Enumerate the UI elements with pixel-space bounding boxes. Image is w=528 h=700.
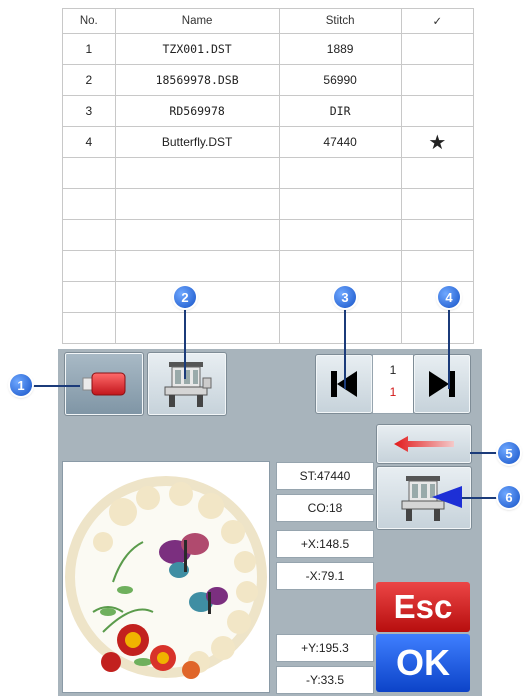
machine-memory-button[interactable] [147,352,227,416]
cell-empty [114,157,280,189]
cell-empty [62,157,116,189]
callout-badge: 3 [334,286,356,308]
cell-empty [400,219,475,251]
cell-stitch: DIR [278,95,402,127]
table-row-empty[interactable] [62,250,475,282]
cell-empty [400,157,475,189]
plus-y-readout: +Y:195.3 [276,634,374,662]
usb-source-button[interactable] [64,352,144,416]
cell-no: 4 [62,126,116,158]
cell-name: RD569978 [114,95,280,127]
embroidery-machine-icon [164,362,212,407]
callout-badge: 6 [498,486,520,508]
cell-empty [114,188,280,220]
col-no-header: No. [62,8,116,34]
callout-leader [462,497,498,499]
cell-empty [278,157,402,189]
cell-empty [114,281,280,313]
table-row[interactable]: 3 RD569978 DIR [62,95,475,127]
cell-no: 2 [62,64,116,96]
cell-name: Butterfly.DST [114,126,280,158]
table-row-empty[interactable] [62,188,475,220]
callout-leader [30,385,80,387]
cell-no: 1 [62,33,116,65]
skip-to-last-icon [429,371,455,397]
table-row-empty[interactable] [62,219,475,251]
back-arrow-icon [394,436,454,452]
page-total: 1 [389,385,397,399]
cell-name: TZX001.DST [114,33,280,65]
table-row-empty[interactable] [62,281,475,313]
cell-mark [400,33,475,65]
col-stitch-header: Stitch [278,8,402,34]
table-row[interactable]: 4 Butterfly.DST 47440 ★ [62,126,475,158]
col-select-header: ✓ [400,8,475,34]
butterfly-design-image [65,476,267,679]
cell-empty [114,250,280,282]
cell-empty [62,219,116,251]
cell-empty [62,188,116,220]
cell-empty [62,250,116,282]
table-row[interactable]: 1 TZX001.DST 1889 [62,33,475,65]
cell-empty [114,312,280,344]
callout-leader [470,452,500,454]
cell-mark: ★ [400,126,475,158]
last-page-button[interactable] [413,354,471,414]
import-arrow-icon [432,486,462,508]
cell-empty [62,312,116,344]
col-name-header: Name [114,8,280,34]
minus-x-readout: -X:79.1 [276,562,374,590]
cell-empty [62,281,116,313]
design-preview [62,461,270,693]
cell-mark [400,64,475,96]
callout-badge: 2 [174,286,196,308]
minus-y-readout: -Y:33.5 [276,666,374,694]
cell-empty [278,250,402,282]
callout-leader [184,307,186,379]
callout-badge: 4 [438,286,460,308]
table-row-empty[interactable] [62,157,475,189]
callout-badge: 1 [10,374,32,396]
cell-empty [278,312,402,344]
cell-empty [400,188,475,220]
table-header-row: No. Name Stitch ✓ [62,8,475,34]
usb-drive-icon [82,372,126,396]
esc-button[interactable]: Esc [376,582,470,632]
color-count-readout: CO:18 [276,494,374,522]
stitch-count-readout: ST:47440 [276,462,374,490]
back-button[interactable] [376,424,472,464]
cell-mark [400,95,475,127]
cell-stitch: 1889 [278,33,402,65]
table-row[interactable]: 2 18569978.DSB 56990 [62,64,475,96]
cell-no: 3 [62,95,116,127]
cell-empty [400,312,475,344]
cell-stitch: 47440 [278,126,402,158]
cell-empty [278,219,402,251]
cell-empty [114,219,280,251]
callout-badge: 5 [498,442,520,464]
cell-empty [278,188,402,220]
cell-empty [400,250,475,282]
page-indicator: 1 1 [372,354,414,414]
ok-button[interactable]: OK [376,634,470,692]
plus-x-readout: +X:148.5 [276,530,374,558]
table-row-empty[interactable] [62,312,475,344]
cell-stitch: 56990 [278,64,402,96]
cell-name: 18569978.DSB [114,64,280,96]
file-table: No. Name Stitch ✓ 1 TZX001.DST 1889 2 18… [62,8,475,344]
callout-leader [344,307,346,389]
callout-leader [448,307,450,389]
page-current: 1 [389,363,397,377]
